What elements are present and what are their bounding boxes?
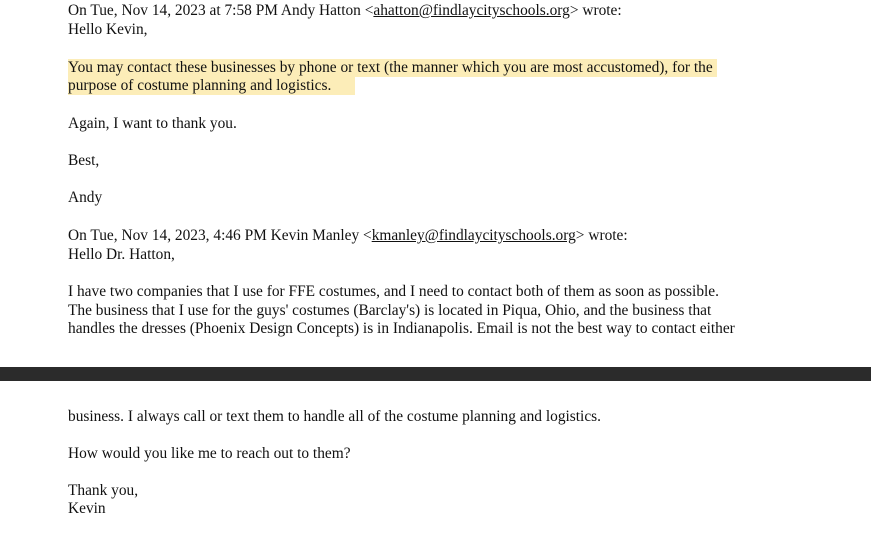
kevin-question: How would you like me to reach out to th… <box>68 445 351 462</box>
quoted-header-suffix: > wrote: <box>575 227 628 244</box>
page-break-divider <box>0 367 871 381</box>
kevin-body-line-4: business. I always call or text them to … <box>68 408 601 425</box>
kevin-body-line-3: handles the dresses (Phoenix Design Conc… <box>68 320 735 337</box>
andy-highlight-line-1: You may contact these businesses by phon… <box>68 59 717 77</box>
quoted-header-suffix: > wrote: <box>569 2 622 19</box>
quoted-header-kevin: On Tue, Nov 14, 2023, 4:46 PM Kevin Manl… <box>68 227 628 245</box>
kevin-signoff: Thank you, <box>68 482 139 499</box>
document-page-bottom: business. I always call or text them to … <box>0 381 871 541</box>
andy-greeting: Hello Kevin, <box>68 21 148 38</box>
kevin-name: Kevin <box>68 500 106 517</box>
document-page-top: On Tue, Nov 14, 2023 at 7:58 PM Andy Hat… <box>0 0 871 367</box>
andy-signoff: Best, <box>68 152 100 169</box>
kevin-body-line-2: The business that I use for the guys' co… <box>68 302 712 319</box>
andy-name: Andy <box>68 189 103 206</box>
email-link-kmanley[interactable]: kmanley@findlaycityschools.org <box>372 227 576 244</box>
quoted-header-andy: On Tue, Nov 14, 2023 at 7:58 PM Andy Hat… <box>68 2 622 20</box>
quoted-header-prefix: On Tue, Nov 14, 2023 at 7:58 PM Andy Hat… <box>68 2 374 19</box>
andy-thanks: Again, I want to thank you. <box>68 115 237 132</box>
quoted-header-prefix: On Tue, Nov 14, 2023, 4:46 PM Kevin Manl… <box>68 227 372 244</box>
highlighted-text: You may contact these businesses by phon… <box>68 59 717 77</box>
kevin-body-line-1: I have two companies that I use for FFE … <box>68 283 719 300</box>
email-link-ahatton[interactable]: ahatton@findlaycityschools.org <box>373 2 569 19</box>
kevin-greeting: Hello Dr. Hatton, <box>68 246 175 263</box>
highlighted-text: purpose of costume planning and logistic… <box>68 77 356 95</box>
andy-highlight-line-2: purpose of costume planning and logistic… <box>68 77 356 95</box>
